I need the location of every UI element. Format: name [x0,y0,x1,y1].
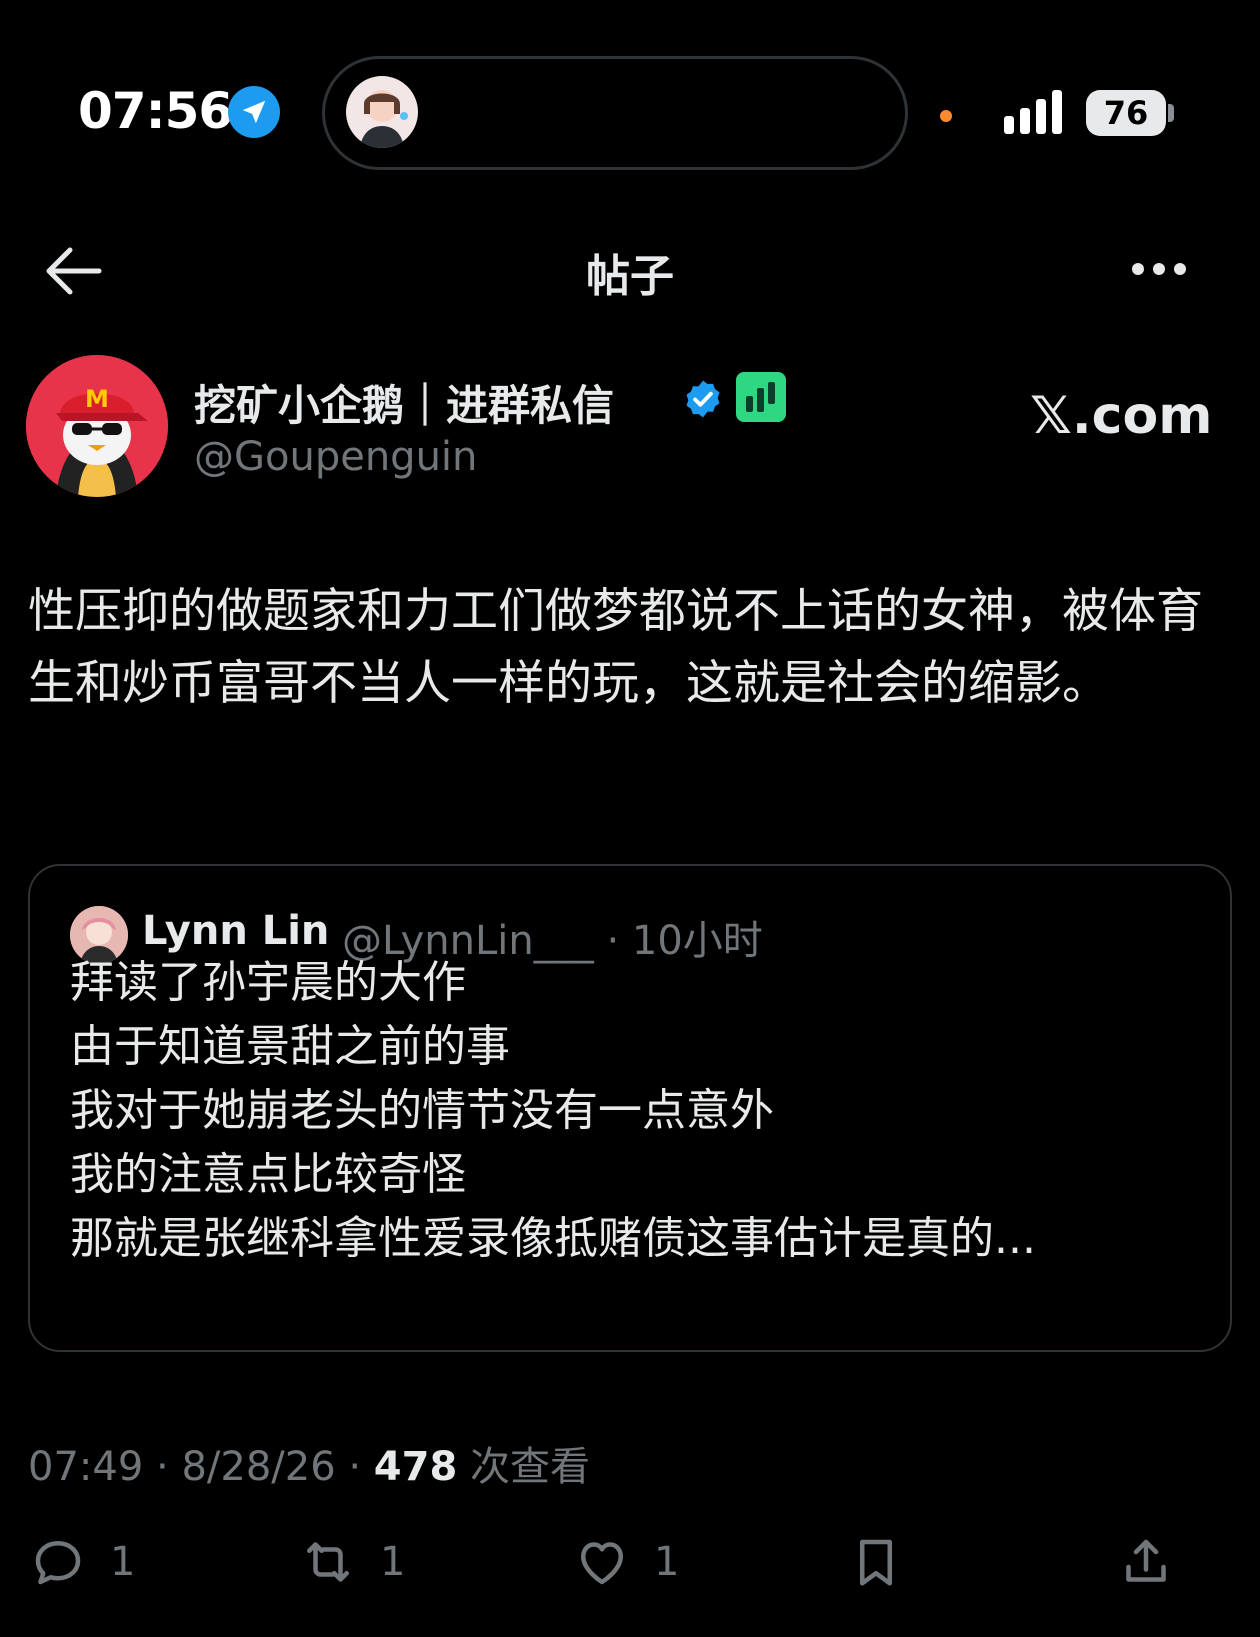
post-text: 性压抑的做题家和力工们做梦都说不上话的女神，被体育生和炒币富哥不当人一样的玩，这… [28,584,1203,711]
author-avatar[interactable]: M [26,355,168,497]
like-button[interactable]: 1 [572,1530,679,1594]
view-count[interactable]: 478 [374,1444,458,1490]
quoted-text-line: 由于知道景甜之前的事 [70,1021,510,1072]
quoted-text-line: 我的注意点比较奇怪 [70,1149,466,1200]
quoted-text-line: 我对于她崩老头的情节没有一点意外 [70,1085,774,1136]
quoted-text-line: 那就是张继科拿性爱录像抵赌债这事估计是真的... [70,1213,1036,1264]
live-activity-avatar[interactable] [346,76,418,148]
privacy-indicator-dot [940,110,952,122]
author-handle[interactable]: @Goupenguin [194,434,477,480]
reply-button[interactable]: 1 [28,1530,135,1594]
reply-count: 1 [110,1539,136,1585]
post-date: 8/28/26 [181,1444,336,1490]
repost-button[interactable]: 1 [298,1530,405,1594]
view-count-label: 次查看 [470,1444,591,1490]
like-count: 1 [654,1539,680,1585]
more-dot [1153,263,1165,275]
share-button[interactable] [1116,1530,1176,1594]
bookmark-button[interactable] [846,1530,906,1594]
post-time: 07:49 [28,1444,144,1490]
location-arrow-icon [228,86,280,138]
source-watermark: 𝕏.com [1030,386,1213,446]
verified-badge-icon [682,378,724,420]
more-dot [1174,263,1186,275]
share-icon [1126,1539,1166,1582]
more-dot [1132,263,1144,275]
battery-icon: 76 [1086,90,1166,136]
battery-nub [1168,104,1174,122]
heart-icon [581,1542,623,1585]
repost-count: 1 [380,1539,406,1585]
quoted-text-line: 拜读了孙宇晨的大作 [70,957,466,1008]
repost-icon [307,1542,349,1582]
author-name[interactable]: 挖矿小企鹅｜进群私信 [194,372,614,433]
affiliate-badge-icon[interactable] [736,372,786,422]
page-title: 帖子 [586,251,674,302]
svg-text:M: M [85,385,109,413]
more-options-button[interactable] [1132,258,1196,280]
post-meta: 07:49 · 8/28/26 · 478 次查看 [28,1444,591,1490]
status-time: 07:56 [78,82,233,140]
reply-icon [35,1541,81,1585]
signal-icon [1004,90,1066,134]
quoted-post-time: · 10小时 [606,918,763,964]
bookmark-icon [860,1539,892,1586]
